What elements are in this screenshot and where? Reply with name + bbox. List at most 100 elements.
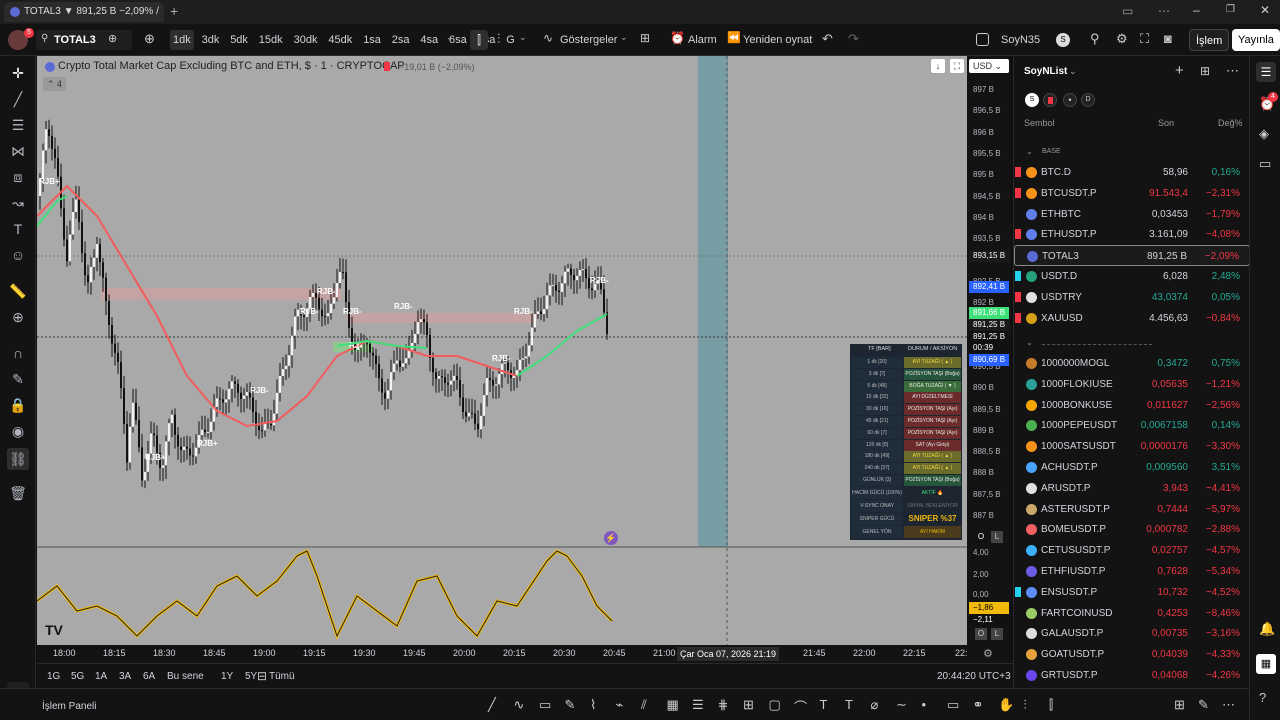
bottom-tool-icon[interactable]: ▢ xyxy=(769,697,781,713)
bottom-tool-icon[interactable]: ⌀ xyxy=(871,697,879,713)
filter-d-icon[interactable]: D xyxy=(1081,93,1095,107)
chart-type-icon[interactable]: ⫶ xyxy=(497,31,500,47)
bottom-tool-icon[interactable]: ⫶ xyxy=(1024,697,1027,713)
filter-flag-icon[interactable] xyxy=(1043,93,1057,107)
price-axis[interactable]: USD ⌄ 897 B 896,5 B 896 B 895,5 B 895 B 894,5… xyxy=(967,56,1011,663)
fullscreen-icon[interactable]: ⛶ xyxy=(1140,31,1149,47)
range-6A[interactable]: 6A xyxy=(143,671,155,682)
templates-icon[interactable]: ⊞ xyxy=(640,31,650,45)
watchlist-row[interactable]: ETHUSDT.P 3.161,09 −4,08% xyxy=(1014,224,1250,245)
timeframe-15dk[interactable]: 15dk xyxy=(256,30,286,50)
filter-s-icon[interactable]: S xyxy=(1025,93,1039,107)
bottom-tool-icon[interactable]: ⊞ xyxy=(743,697,754,713)
flag-icon[interactable] xyxy=(1015,271,1021,281)
zoom-icon[interactable]: ⊕ xyxy=(7,306,29,328)
timeframe-1sa[interactable]: 1sa xyxy=(360,30,384,50)
range-1Y[interactable]: 1Y xyxy=(221,671,233,682)
filter-dot-icon[interactable]: • xyxy=(1063,93,1077,107)
compare-icon[interactable]: ⊕ xyxy=(108,32,117,45)
watchlist-row[interactable]: ACHUSDT.P 0,009560 3,51% xyxy=(1014,457,1250,478)
brush-icon[interactable]: ↝ xyxy=(7,192,29,214)
trade-button[interactable]: İşlem xyxy=(1189,29,1230,51)
watchlist-row[interactable]: 1000SATSUSDT 0,0000176 −3,30% xyxy=(1014,436,1250,457)
timeframe-45dk[interactable]: 45dk xyxy=(325,30,355,50)
trash-icon[interactable]: 🗑 xyxy=(7,482,29,504)
replay-button[interactable]: Yeniden oynat xyxy=(743,30,812,50)
bottom-tool-icon[interactable]: ⋕ xyxy=(718,697,729,713)
col-symbol[interactable]: Sembol xyxy=(1024,118,1055,128)
eye-icon[interactable]: ◉ xyxy=(7,420,29,442)
osc-pane-button-o[interactable]: O xyxy=(975,628,987,640)
chart-title[interactable]: Crypto Total Market Cap Excluding BTC an… xyxy=(58,60,405,72)
flag-icon[interactable] xyxy=(1015,167,1021,177)
restore-icon[interactable]: ❐ xyxy=(1226,4,1235,15)
bottom-tool-icon[interactable]: ⌁ xyxy=(616,697,624,713)
grid-icon[interactable]: ▦ xyxy=(1256,654,1276,674)
minimize-icon[interactable]: – xyxy=(1193,3,1200,17)
trading-panel-tab[interactable]: İşlem Paneli xyxy=(42,701,96,712)
projection-icon[interactable]: ⧈ xyxy=(7,166,29,188)
section-2-chevron-icon[interactable]: ⌄ xyxy=(1026,338,1033,347)
lock-icon[interactable]: 🔒 xyxy=(7,394,29,416)
crosshair-icon[interactable]: ✛ xyxy=(7,62,29,84)
notification-icon[interactable]: 🔔 xyxy=(1259,621,1275,637)
candle-style-icon[interactable]: ⫿ xyxy=(470,30,488,50)
quick-search-icon[interactable]: ⚲ xyxy=(1090,31,1100,47)
add-symbol-icon[interactable]: ⊕ xyxy=(144,31,155,47)
magnet-icon[interactable]: ∩ xyxy=(7,342,29,364)
watchlist-row[interactable]: CETUSUSDT.P 0,02757 −4,57% xyxy=(1014,540,1250,561)
watchlist-icon[interactable]: ☰ xyxy=(1256,62,1276,82)
watchlist-row[interactable]: FARTCOINUSD 0,4253 −8,46% xyxy=(1014,603,1250,624)
bottom-tool-icon[interactable]: ∼ xyxy=(896,697,907,713)
watchlist-layout-icon[interactable]: ⊞ xyxy=(1200,64,1210,78)
timeframe-2sa[interactable]: 2sa xyxy=(389,30,413,50)
fib-icon[interactable]: ☰ xyxy=(7,114,29,136)
watchlist-title[interactable]: SoyNList xyxy=(1024,66,1067,77)
watchlist-row[interactable]: BTC.D 58,96 0,16% xyxy=(1014,162,1250,183)
flag-icon[interactable] xyxy=(1015,312,1021,323)
flag-icon[interactable] xyxy=(1015,291,1021,302)
pane-button-l[interactable]: L xyxy=(991,531,1003,543)
watchlist-row[interactable]: GALAUSDT.P 0,00735 −3,16% xyxy=(1014,623,1250,644)
cast-icon[interactable]: ▭ xyxy=(1122,4,1133,18)
settings-icon[interactable]: ⚙ xyxy=(1116,31,1128,47)
goto-date-icon[interactable]: ⊟ xyxy=(257,669,267,683)
watchlist-row[interactable]: ASTERUSDT.P 0,7444 −5,97% xyxy=(1014,499,1250,520)
panel-action-icon[interactable]: ⋯ xyxy=(1222,697,1235,713)
alarm-button[interactable]: Alarm xyxy=(688,30,717,50)
layers-icon[interactable]: ◈ xyxy=(1259,126,1269,142)
layout-name[interactable]: SoyN35 xyxy=(1001,30,1040,50)
text-icon[interactable]: T xyxy=(7,218,29,240)
bottom-tool-icon[interactable]: ⫽ xyxy=(641,697,647,713)
flag-icon[interactable] xyxy=(1015,229,1021,240)
range-Bu-sene[interactable]: Bu sene xyxy=(167,671,204,682)
watchlist-row[interactable]: BOMEUSDT.P 0,000782 −2,88% xyxy=(1014,519,1250,540)
section-base[interactable]: BASE xyxy=(1042,148,1061,155)
col-last[interactable]: Son xyxy=(1158,118,1174,128)
undo-icon[interactable]: ↶ xyxy=(822,31,833,47)
watchlist-row[interactable]: 1000FLOKIUSE 0,05635 −1,21% xyxy=(1014,374,1250,395)
bottom-tool-icon[interactable]: ⌒ xyxy=(794,697,807,716)
bottom-tool-icon[interactable]: ╱ xyxy=(488,697,496,713)
bottom-tool-icon[interactable]: ⚭ xyxy=(973,697,984,713)
watchlist-row[interactable]: ETHBTC 0,03453 −1,79% xyxy=(1014,204,1250,225)
bottom-tool-icon[interactable]: ⌇ xyxy=(590,697,596,713)
watchlist-row[interactable]: BTCUSDT.P 91.543,4 −2,31% xyxy=(1014,183,1250,204)
watchlist-row[interactable]: XAUUSD 4.456,63 −0,84% xyxy=(1014,308,1250,329)
watchlist-dropdown-icon[interactable]: ⌄ xyxy=(1069,66,1077,77)
bottom-tool-icon[interactable]: T xyxy=(820,697,828,712)
clock[interactable]: 20:44:20 UTC+3 xyxy=(937,671,1011,682)
layout-checkbox-icon[interactable] xyxy=(976,33,989,46)
add-symbol-plus-icon[interactable]: + xyxy=(1175,62,1184,79)
pattern-icon[interactable]: ⋈ xyxy=(7,140,29,162)
publish-button[interactable]: Yayınla xyxy=(1232,29,1280,51)
bottom-tool-icon[interactable]: ∿ xyxy=(514,697,525,713)
panel-action-icon[interactable]: ✎ xyxy=(1198,697,1209,713)
trendline-icon[interactable]: ╱ xyxy=(7,88,29,110)
emoji-icon[interactable]: ☺ xyxy=(7,244,29,266)
bottom-tool-icon[interactable]: ▭ xyxy=(947,697,959,713)
col-change[interactable]: Değ% xyxy=(1218,118,1243,128)
bottom-tool-icon[interactable]: ⫿ xyxy=(1049,697,1053,713)
snapshot-icon[interactable]: ◙ xyxy=(1164,31,1172,46)
watchlist-row[interactable]: GOATUSDT.P 0,04039 −4,33% xyxy=(1014,644,1250,665)
